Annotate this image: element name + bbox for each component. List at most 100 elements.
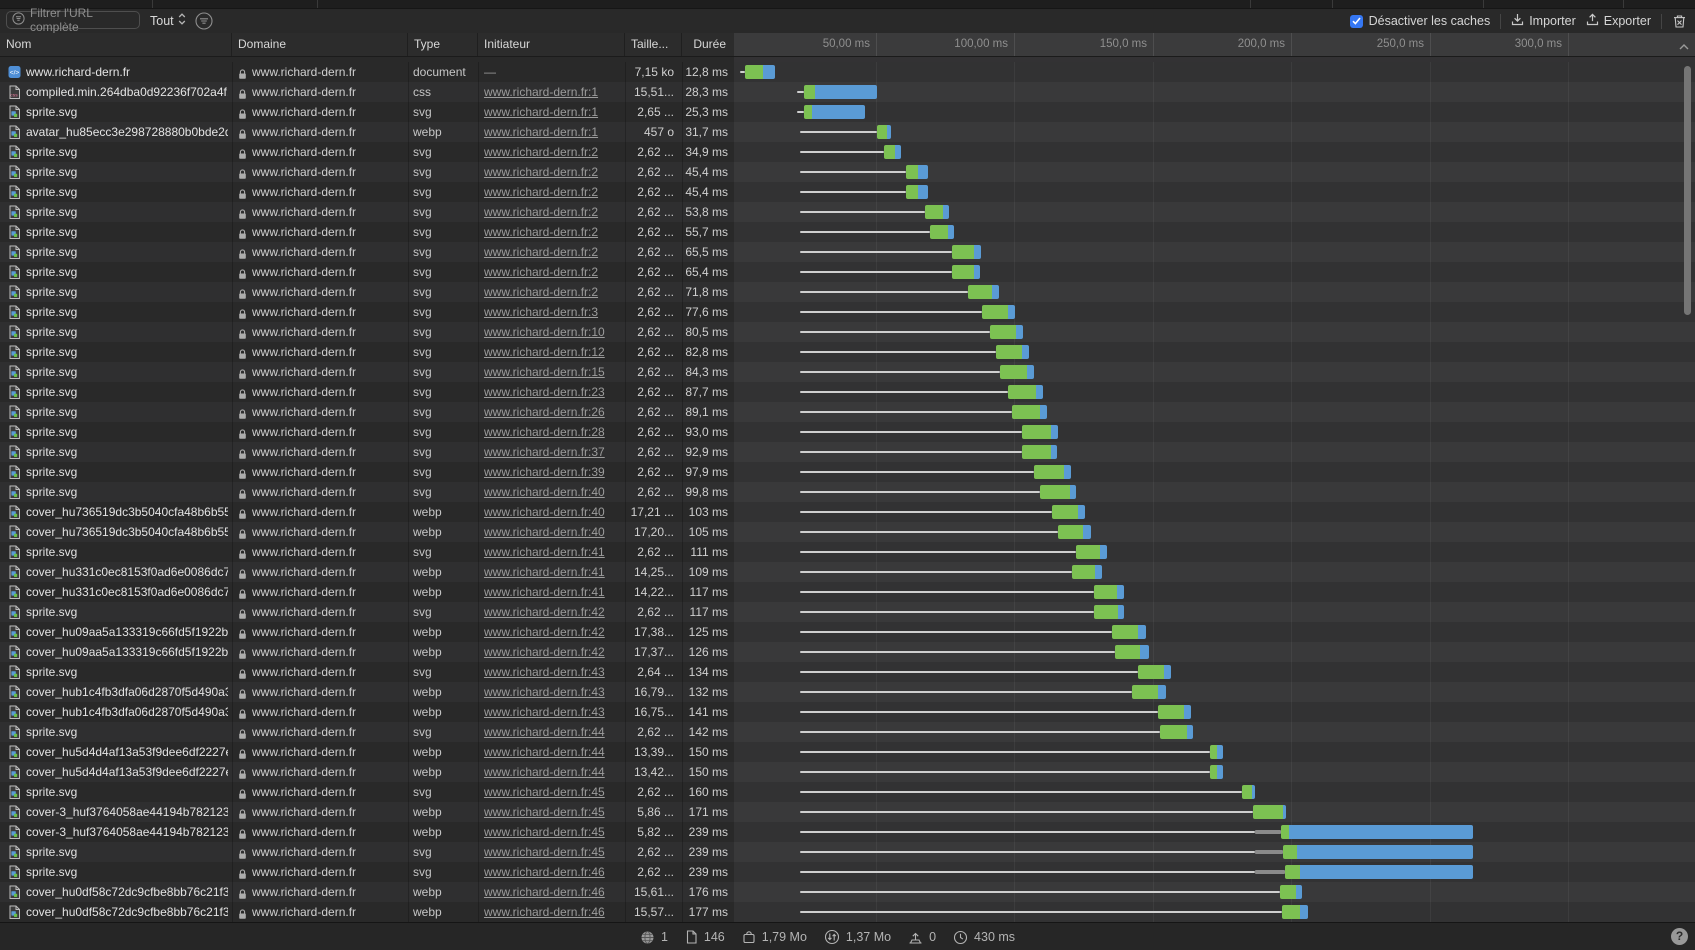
initiator-link[interactable]: www.richard-dern.fr:41 xyxy=(484,565,605,579)
request-row[interactable]: sprite.svgwww.richard-dern.frsvgwww.rich… xyxy=(0,262,1695,282)
initiator-link[interactable]: www.richard-dern.fr:44 xyxy=(484,745,605,759)
request-row[interactable]: cover-3_huf3764058ae44194b782123...www.r… xyxy=(0,802,1695,822)
initiator-link[interactable]: www.richard-dern.fr:2 xyxy=(484,165,598,179)
request-row[interactable]: cover_hu736519dc3b5040cfa48b6b55...www.r… xyxy=(0,502,1695,522)
request-row[interactable]: sprite.svgwww.richard-dern.frsvgwww.rich… xyxy=(0,862,1695,882)
column-header-initiateur[interactable]: Initiateur xyxy=(478,33,625,56)
request-row[interactable]: cover_hu0df58c72dc9cfbe8bb76c21f3...www.… xyxy=(0,902,1695,922)
column-header-duree[interactable]: Durée xyxy=(682,33,734,56)
disable-caches-checkbox[interactable]: Désactiver les caches xyxy=(1350,14,1491,28)
initiator-link[interactable]: www.richard-dern.fr:45 xyxy=(484,805,605,819)
initiator-link[interactable]: www.richard-dern.fr:2 xyxy=(484,205,598,219)
initiator-link[interactable]: www.richard-dern.fr:40 xyxy=(484,485,605,499)
initiator-link[interactable]: www.richard-dern.fr:44 xyxy=(484,765,605,779)
request-row[interactable]: cover-3_huf3764058ae44194b782123...www.r… xyxy=(0,822,1695,842)
clear-network-items-button[interactable] xyxy=(1672,14,1687,29)
request-row[interactable]: sprite.svgwww.richard-dern.frsvgwww.rich… xyxy=(0,722,1695,742)
initiator-link[interactable]: www.richard-dern.fr:41 xyxy=(484,545,605,559)
initiator-link[interactable]: www.richard-dern.fr:28 xyxy=(484,425,605,439)
request-row[interactable]: sprite.svgwww.richard-dern.frsvgwww.rich… xyxy=(0,282,1695,302)
initiator-link[interactable]: www.richard-dern.fr:45 xyxy=(484,785,605,799)
request-row[interactable]: sprite.svgwww.richard-dern.frsvgwww.rich… xyxy=(0,162,1695,182)
initiator-link[interactable]: www.richard-dern.fr:2 xyxy=(484,145,598,159)
initiator-link[interactable]: www.richard-dern.fr:3 xyxy=(484,305,598,319)
initiator-link[interactable]: www.richard-dern.fr:1 xyxy=(484,85,598,99)
request-row[interactable]: sprite.svgwww.richard-dern.frsvgwww.rich… xyxy=(0,102,1695,122)
request-row[interactable]: cover_hub1c4fb3dfa06d2870f5d490a3...www.… xyxy=(0,682,1695,702)
column-header-domaine[interactable]: Domaine xyxy=(232,33,408,56)
initiator-link[interactable]: www.richard-dern.fr:2 xyxy=(484,185,598,199)
initiator-link[interactable]: www.richard-dern.fr:2 xyxy=(484,265,598,279)
request-row[interactable]: sprite.svgwww.richard-dern.frsvgwww.rich… xyxy=(0,782,1695,802)
initiator-link[interactable]: www.richard-dern.fr:37 xyxy=(484,445,605,459)
initiator-link[interactable]: www.richard-dern.fr:45 xyxy=(484,825,605,839)
initiator-link[interactable]: www.richard-dern.fr:2 xyxy=(484,225,598,239)
request-row[interactable]: sprite.svgwww.richard-dern.frsvgwww.rich… xyxy=(0,322,1695,342)
request-row[interactable]: sprite.svgwww.richard-dern.frsvgwww.rich… xyxy=(0,442,1695,462)
vertical-scrollbar-thumb[interactable] xyxy=(1684,66,1691,315)
initiator-link[interactable]: www.richard-dern.fr:46 xyxy=(484,905,605,919)
request-row[interactable]: sprite.svgwww.richard-dern.frsvgwww.rich… xyxy=(0,342,1695,362)
request-row[interactable]: cover_hu0df58c72dc9cfbe8bb76c21f3...www.… xyxy=(0,882,1695,902)
help-button[interactable]: ? xyxy=(1671,928,1688,945)
initiator-link[interactable]: www.richard-dern.fr:15 xyxy=(484,365,605,379)
request-row[interactable]: sprite.svgwww.richard-dern.frsvgwww.rich… xyxy=(0,382,1695,402)
request-row[interactable]: sprite.svgwww.richard-dern.frsvgwww.rich… xyxy=(0,222,1695,242)
request-row[interactable]: cover_hu09aa5a133319c66fd5f1922b4...www.… xyxy=(0,642,1695,662)
request-row[interactable]: cover_hu5d4d4af13a53f9dee6df2227e...www.… xyxy=(0,742,1695,762)
initiator-link[interactable]: www.richard-dern.fr:40 xyxy=(484,505,605,519)
request-row[interactable]: avatar_hu85ecc3e298728880b0bde2d...www.r… xyxy=(0,122,1695,142)
initiator-link[interactable]: www.richard-dern.fr:10 xyxy=(484,325,605,339)
request-row[interactable]: csscompiled.min.264dba0d92236f702a4f...w… xyxy=(0,82,1695,102)
import-button[interactable]: Importer xyxy=(1511,13,1576,29)
request-row[interactable]: cover_hu331c0ec8153f0ad6e0086dc7f...www.… xyxy=(0,582,1695,602)
initiator-link[interactable]: www.richard-dern.fr:46 xyxy=(484,885,605,899)
initiator-link[interactable]: www.richard-dern.fr:43 xyxy=(484,705,605,719)
initiator-link[interactable]: www.richard-dern.fr:1 xyxy=(484,125,598,139)
request-row[interactable]: sprite.svgwww.richard-dern.frsvgwww.rich… xyxy=(0,482,1695,502)
initiator-link[interactable]: www.richard-dern.fr:42 xyxy=(484,645,605,659)
url-filter-input[interactable]: Filtrer l'URL complète xyxy=(6,11,140,29)
request-row[interactable]: sprite.svgwww.richard-dern.frsvgwww.rich… xyxy=(0,362,1695,382)
initiator-link[interactable]: www.richard-dern.fr:2 xyxy=(484,245,598,259)
initiator-link[interactable]: www.richard-dern.fr:46 xyxy=(484,865,605,879)
request-row[interactable]: sprite.svgwww.richard-dern.frsvgwww.rich… xyxy=(0,402,1695,422)
column-header-type[interactable]: Type xyxy=(408,33,478,56)
request-row[interactable]: sprite.svgwww.richard-dern.frsvgwww.rich… xyxy=(0,302,1695,322)
initiator-link[interactable]: www.richard-dern.fr:42 xyxy=(484,625,605,639)
request-row[interactable]: cover_hu5d4d4af13a53f9dee6df2227e...www.… xyxy=(0,762,1695,782)
request-row[interactable]: sprite.svgwww.richard-dern.frsvgwww.rich… xyxy=(0,242,1695,262)
request-row[interactable]: sprite.svgwww.richard-dern.frsvgwww.rich… xyxy=(0,142,1695,162)
request-row[interactable]: cover_hu09aa5a133319c66fd5f1922b4...www.… xyxy=(0,622,1695,642)
request-row[interactable]: sprite.svgwww.richard-dern.frsvgwww.rich… xyxy=(0,542,1695,562)
request-row[interactable]: sprite.svgwww.richard-dern.frsvgwww.rich… xyxy=(0,602,1695,622)
column-header-taille[interactable]: Taille... xyxy=(625,33,682,56)
initiator-link[interactable]: www.richard-dern.fr:43 xyxy=(484,665,605,679)
initiator-link[interactable]: www.richard-dern.fr:39 xyxy=(484,465,605,479)
initiator-link[interactable]: www.richard-dern.fr:1 xyxy=(484,105,598,119)
request-row[interactable]: cover_hu736519dc3b5040cfa48b6b55...www.r… xyxy=(0,522,1695,542)
initiator-link[interactable]: www.richard-dern.fr:2 xyxy=(484,285,598,299)
initiator-link[interactable]: www.richard-dern.fr:44 xyxy=(484,725,605,739)
filter-options-button[interactable] xyxy=(194,11,213,30)
request-row[interactable]: sprite.svgwww.richard-dern.frsvgwww.rich… xyxy=(0,662,1695,682)
initiator-link[interactable]: www.richard-dern.fr:42 xyxy=(484,605,605,619)
column-header-nom[interactable]: Nom xyxy=(0,33,232,56)
request-row[interactable]: </>www.richard-dern.frwww.richard-dern.f… xyxy=(0,62,1695,82)
export-button[interactable]: Exporter xyxy=(1586,13,1651,29)
initiator-link[interactable]: www.richard-dern.fr:43 xyxy=(484,685,605,699)
initiator-link[interactable]: www.richard-dern.fr:41 xyxy=(484,585,605,599)
request-row[interactable]: cover_hub1c4fb3dfa06d2870f5d490a3...www.… xyxy=(0,702,1695,722)
initiator-link[interactable]: www.richard-dern.fr:40 xyxy=(484,525,605,539)
request-row[interactable]: sprite.svgwww.richard-dern.frsvgwww.rich… xyxy=(0,422,1695,442)
scrollbar-up-chevron-icon[interactable] xyxy=(1678,38,1690,56)
resource-type-dropdown[interactable]: Tout xyxy=(150,11,186,30)
initiator-link[interactable]: www.richard-dern.fr:26 xyxy=(484,405,605,419)
initiator-link[interactable]: www.richard-dern.fr:12 xyxy=(484,345,605,359)
initiator-link[interactable]: www.richard-dern.fr:45 xyxy=(484,845,605,859)
request-row[interactable]: sprite.svgwww.richard-dern.frsvgwww.rich… xyxy=(0,182,1695,202)
request-row[interactable]: cover_hu331c0ec8153f0ad6e0086dc7f...www.… xyxy=(0,562,1695,582)
initiator-link[interactable]: www.richard-dern.fr:23 xyxy=(484,385,605,399)
request-row[interactable]: sprite.svgwww.richard-dern.frsvgwww.rich… xyxy=(0,202,1695,222)
request-row[interactable]: sprite.svgwww.richard-dern.frsvgwww.rich… xyxy=(0,462,1695,482)
